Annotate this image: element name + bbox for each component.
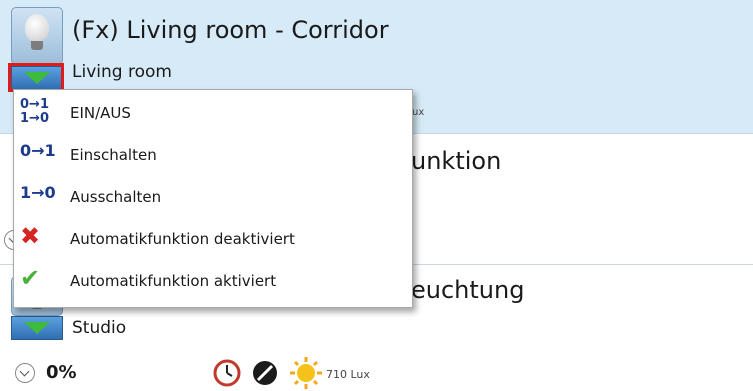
green-check-icon: ✔	[20, 264, 41, 292]
expand-chevron-icon[interactable]	[15, 363, 35, 383]
menu-item-ausschalten[interactable]: 1→0 Ausschalten	[14, 178, 412, 216]
switch-on-icon: 0→1	[20, 141, 56, 160]
timer-clock-icon	[213, 359, 241, 387]
menu-item-label: Einschalten	[70, 146, 157, 164]
menu-item-label: EIN/AUS	[70, 104, 131, 122]
action-dropdown-button[interactable]	[11, 316, 63, 340]
device-title: euchtung	[411, 276, 525, 304]
device-title: unktion	[411, 147, 502, 175]
menu-item-einschalten[interactable]: 0→1 Einschalten	[14, 136, 412, 174]
menu-item-automatik-deaktiviert[interactable]: ✖ Automatikfunktion deaktiviert	[14, 220, 412, 258]
disabled-icon	[253, 361, 277, 385]
switch-off-icon: 1→0	[20, 183, 56, 202]
device-title: (Fx) Living room - Corridor	[72, 16, 389, 44]
dropdown-highlight-frame	[8, 63, 64, 92]
menu-item-ein-aus[interactable]: 0→1 1→0 EIN/AUS	[14, 94, 412, 132]
menu-item-label: Ausschalten	[70, 188, 162, 206]
menu-item-automatik-aktiviert[interactable]: ✔ Automatikfunktion aktiviert	[14, 262, 412, 300]
lux-reading: 710 Lux	[326, 368, 370, 381]
red-x-icon: ✖	[20, 222, 41, 250]
light-bulb-icon[interactable]	[11, 7, 63, 65]
room-label: Studio	[72, 318, 127, 338]
menu-item-label: Automatikfunktion aktiviert	[70, 272, 277, 290]
lux-reading: ux	[412, 107, 425, 118]
sun-icon	[290, 357, 322, 389]
toggle-on-off-icon: 0→1 1→0	[20, 97, 49, 126]
action-menu: 0→1 1→0 EIN/AUS 0→1 Einschalten 1→0 Auss…	[13, 89, 413, 308]
dim-value: 0%	[46, 362, 77, 383]
room-label: Living room	[72, 62, 172, 82]
menu-item-label: Automatikfunktion deaktiviert	[70, 230, 295, 248]
